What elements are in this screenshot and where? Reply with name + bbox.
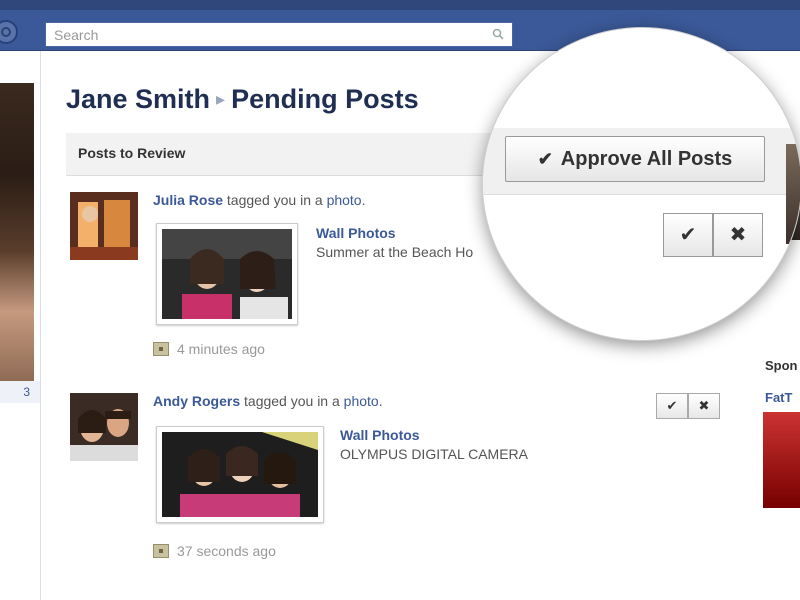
- notification-count: 3: [0, 381, 40, 403]
- photo-thumbnail[interactable]: [156, 223, 298, 325]
- timestamp-text[interactable]: 4 minutes ago: [177, 341, 265, 357]
- author-link[interactable]: Julia Rose: [153, 192, 223, 208]
- privacy-lock-icon[interactable]: [153, 342, 169, 356]
- post-actions: ✔ ✖: [656, 393, 720, 419]
- photo-link[interactable]: photo: [344, 393, 379, 409]
- breadcrumb-owner[interactable]: Jane Smith: [66, 84, 210, 114]
- privacy-lock-icon[interactable]: [153, 544, 169, 558]
- photo-image: [162, 229, 292, 319]
- post-activity-line: Julia Rose tagged you in a photo.: [153, 192, 366, 208]
- avatar[interactable]: [70, 192, 138, 260]
- breadcrumb-separator-icon: ▸: [216, 89, 226, 109]
- reject-post-button[interactable]: ✖: [713, 213, 763, 257]
- check-icon: ✔: [537, 148, 553, 169]
- check-icon: ✔: [679, 224, 697, 246]
- reject-post-button[interactable]: ✖: [688, 393, 720, 419]
- photo-image: [162, 432, 318, 517]
- post-actions-zoomed: ✔ ✖: [663, 213, 763, 257]
- author-link[interactable]: Andy Rogers: [153, 393, 240, 409]
- profile-photo[interactable]: [0, 83, 34, 388]
- close-icon: ✖: [729, 224, 747, 246]
- photo-caption: Summer at the Beach Ho: [316, 244, 474, 260]
- approve-post-button[interactable]: ✔: [656, 393, 688, 419]
- posts-to-review-label: Posts to Review: [78, 145, 186, 161]
- breadcrumb-section: Pending Posts: [231, 84, 419, 114]
- sidebar-image: [786, 144, 800, 244]
- approve-all-label: Approve All Posts: [560, 147, 733, 170]
- sponsored-link[interactable]: FatT: [765, 390, 792, 405]
- post-timestamp: 37 seconds ago: [153, 543, 276, 559]
- post-activity-line: Andy Rogers tagged you in a photo.: [153, 393, 383, 409]
- timestamp-text[interactable]: 37 seconds ago: [177, 543, 276, 559]
- sponsored-heading: Spon: [765, 358, 798, 373]
- photo-thumbnail[interactable]: [156, 426, 324, 523]
- action-text: tagged you in a: [226, 192, 323, 208]
- album-info: Wall Photos Summer at the Beach Ho: [316, 225, 473, 260]
- left-column: 3: [0, 51, 41, 600]
- globe-icon[interactable]: [0, 20, 18, 44]
- avatar[interactable]: [70, 393, 138, 461]
- search-input[interactable]: [46, 23, 484, 46]
- check-icon: ✔: [666, 398, 678, 413]
- album-link[interactable]: Wall Photos: [340, 427, 528, 443]
- photo-link[interactable]: photo: [327, 192, 362, 208]
- page-title: Jane Smith ▸ Pending Posts: [66, 84, 419, 115]
- sponsored-image[interactable]: [763, 412, 800, 508]
- search-box[interactable]: [45, 22, 513, 47]
- close-icon: ✖: [698, 398, 710, 413]
- action-text: tagged you in a: [244, 393, 340, 409]
- approve-all-posts-button[interactable]: ✔ Approve All Posts: [505, 136, 765, 182]
- search-icon[interactable]: [492, 28, 504, 40]
- post-timestamp: 4 minutes ago: [153, 341, 265, 357]
- photo-caption: OLYMPUS DIGITAL CAMERA: [340, 446, 528, 462]
- approve-post-button[interactable]: ✔: [663, 213, 713, 257]
- album-info: Wall Photos OLYMPUS DIGITAL CAMERA: [340, 427, 528, 462]
- zoom-callout: ✔ Approve All Posts ✔ ✖: [483, 28, 800, 340]
- album-link[interactable]: Wall Photos: [316, 225, 473, 241]
